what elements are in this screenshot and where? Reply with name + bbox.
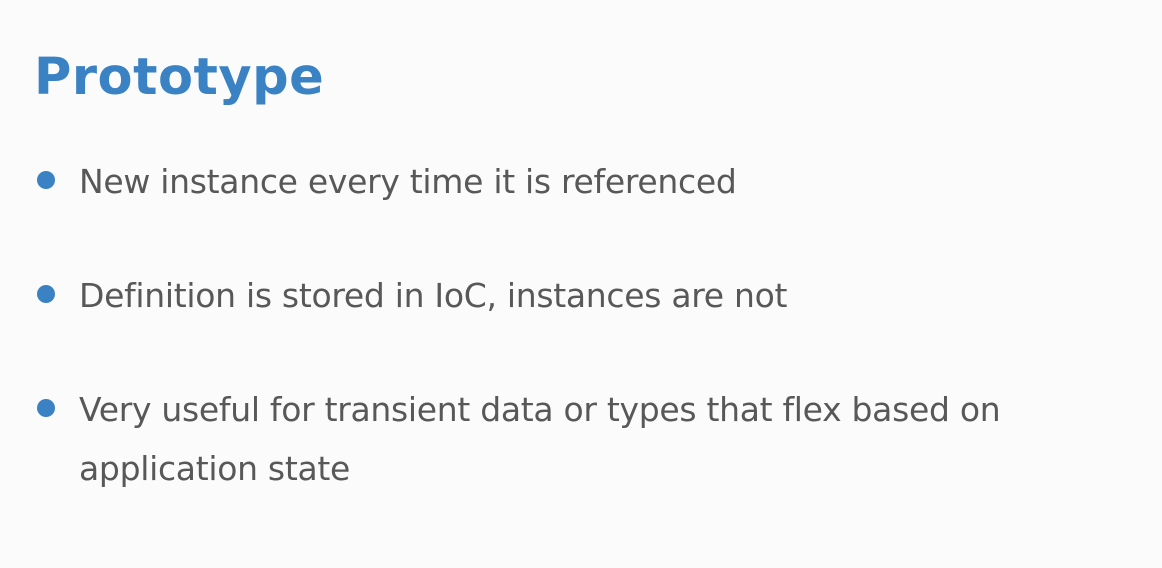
slide-title: Prototype	[34, 48, 325, 107]
bullet-list: New instance every time it is referenced…	[36, 152, 1116, 553]
bullet-dot-icon	[37, 399, 55, 417]
bullet-item: Very useful for transient data or types …	[36, 380, 1116, 498]
slide: Prototype New instance every time it is …	[0, 0, 1162, 568]
bullet-item: New instance every time it is referenced	[36, 152, 1116, 211]
bullet-text: Definition is stored in IoC, instances a…	[79, 276, 788, 315]
bullet-item: Definition is stored in IoC, instances a…	[36, 266, 1116, 325]
bullet-text: New instance every time it is referenced	[79, 162, 737, 201]
bullet-dot-icon	[37, 171, 55, 189]
bullet-dot-icon	[37, 285, 55, 303]
bullet-text: Very useful for transient data or types …	[79, 390, 1001, 488]
